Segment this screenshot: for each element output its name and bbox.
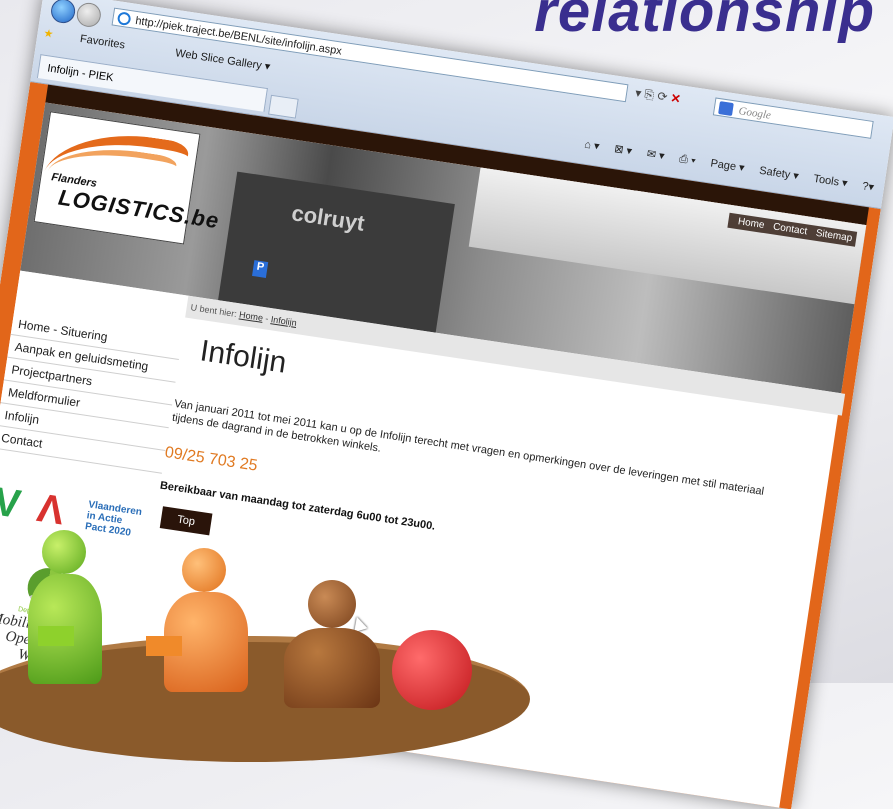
via-a: Λ (34, 485, 68, 534)
search-placeholder: Google (737, 105, 772, 122)
breadcrumb-home[interactable]: Home (238, 309, 263, 322)
compat-icon[interactable]: ▾ ⎘ (634, 86, 655, 103)
top-nav-contact[interactable]: Contact (772, 221, 808, 237)
favorites-button[interactable]: ★ Favorites (43, 27, 150, 55)
web-slice-gallery-link[interactable]: Web Slice Gallery ▾ (174, 47, 271, 73)
red-head (392, 630, 472, 710)
star-icon: ★ (42, 27, 55, 41)
favorites-label: Favorites (79, 32, 126, 52)
stop-icon[interactable]: ✕ (670, 91, 682, 106)
back-button[interactable] (49, 0, 77, 25)
feeds-icon[interactable]: ⊠ ▾ (613, 143, 632, 157)
print-icon[interactable]: ⎙ ▾ (678, 153, 696, 167)
help-icon[interactable]: ?▾ (861, 180, 874, 194)
phone-number: 09/25 703 25 (163, 444, 259, 475)
top-nav-home[interactable]: Home (737, 216, 765, 231)
page-title: Infolijn (197, 334, 289, 380)
brown-head (308, 580, 356, 628)
new-tab-button[interactable] (268, 94, 299, 119)
address-tools: ▾ ⎘ ⟳ ✕ (634, 86, 681, 108)
mail-icon[interactable]: ✉ ▾ (646, 148, 665, 162)
home-icon[interactable]: ⌂ ▾ (583, 139, 600, 153)
search-input[interactable]: Google (712, 97, 874, 139)
google-icon (718, 101, 734, 117)
flanders-logistics-logo[interactable]: Flanders LOGISTICS.be (33, 111, 221, 245)
top-button[interactable]: Top (159, 506, 213, 536)
parking-icon: P (252, 260, 269, 278)
breadcrumb-current[interactable]: Infolijn (270, 314, 297, 328)
store-sign: colruyt (289, 200, 367, 236)
green-puzzle-icon (38, 626, 74, 646)
ie-icon (116, 11, 132, 27)
breadcrumb-prefix: U bent hier: (189, 302, 238, 319)
orange-head (182, 548, 226, 592)
top-nav-sitemap[interactable]: Sitemap (815, 228, 853, 244)
slide-title: relationship (534, 0, 875, 44)
brown-body (284, 628, 380, 708)
forward-button[interactable] (75, 1, 103, 29)
orange-puzzle-icon (146, 636, 182, 656)
refresh-icon[interactable]: ⟳ (656, 89, 668, 104)
via-text: Vlaanderen in Actie Pact 2020 (84, 499, 142, 540)
green-head (42, 530, 86, 574)
via-v: V (0, 479, 24, 527)
